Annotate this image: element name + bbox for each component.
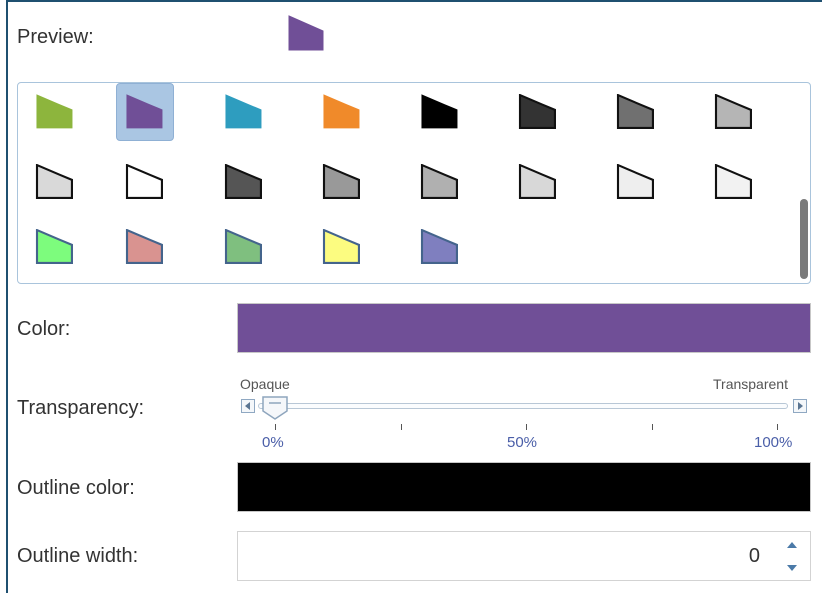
symbol-option[interactable] [215,153,273,211]
slider-tick [401,424,402,430]
symbol-gallery[interactable] [17,82,811,284]
symbol-shape-icon [714,94,752,129]
symbol-shape-icon [322,229,360,264]
symbol-shape-icon [126,94,163,129]
symbol-shape-icon [125,229,163,264]
slider-tick [652,424,653,430]
chevron-down-icon [787,565,797,571]
symbol-option[interactable] [313,153,371,211]
symbol-option[interactable] [26,153,84,211]
symbol-shape-icon [35,229,73,264]
spin-down-button[interactable] [774,556,810,580]
symbol-option[interactable] [411,83,469,141]
slider-min-label: Opaque [240,376,290,392]
symbol-option[interactable] [313,218,371,276]
transparency-label: Transparency: [17,397,145,419]
symbol-shape-icon [322,164,360,199]
symbol-option[interactable] [313,83,371,141]
preview-label: Preview: [17,26,94,48]
outline-width-input[interactable]: 0 [237,531,811,581]
symbol-option[interactable] [509,83,567,141]
symbol-shape-icon [714,164,752,199]
outline-width-label: Outline width: [17,545,139,567]
symbol-shape-icon [518,94,556,129]
slider-decrement-button[interactable] [241,399,255,413]
symbol-shape-icon [616,94,654,129]
outline-color-picker[interactable] [237,462,811,512]
symbol-option[interactable] [26,218,84,276]
symbol-option[interactable] [411,218,469,276]
symbol-shape-icon [420,164,458,199]
symbol-shape-icon [225,94,262,129]
symbol-option[interactable] [411,153,469,211]
symbol-option[interactable] [116,153,174,211]
transparency-slider-track[interactable] [258,403,788,409]
slider-tick [275,424,276,430]
symbol-shape-icon [224,164,262,199]
outline-color-label: Outline color: [17,477,135,499]
symbol-option[interactable] [607,153,665,211]
symbol-shape-icon [224,229,262,264]
symbol-option[interactable] [116,83,174,141]
slider-tick [526,424,527,430]
slider-max-label: Transparent [713,376,788,392]
gallery-scrollbar[interactable] [800,87,808,279]
color-label: Color: [17,318,71,340]
symbol-option[interactable] [607,83,665,141]
symbol-option[interactable] [215,218,273,276]
transparency-slider-thumb[interactable] [262,396,288,420]
slider-tick-label: 0% [262,434,284,451]
symbol-shape-icon [518,164,556,199]
slider-increment-button[interactable] [793,399,807,413]
symbol-shape-icon [36,94,73,129]
symbol-shape-icon [421,94,458,129]
symbol-option[interactable] [705,153,763,211]
preview-swatch [288,15,324,51]
triangle-right-icon [798,402,803,410]
slider-tick-label: 50% [507,434,538,451]
symbol-shape-icon [35,164,73,199]
slider-tick-label: 100% [754,434,793,451]
slider-tick [777,424,778,430]
triangle-left-icon [245,402,250,410]
spin-up-button[interactable] [774,533,810,557]
chevron-up-icon [787,542,797,548]
symbol-shape-icon [420,229,458,264]
color-picker[interactable] [237,303,811,353]
symbol-shape-icon [323,94,360,129]
symbol-shape-icon [616,164,654,199]
symbol-option[interactable] [215,83,273,141]
symbol-option[interactable] [509,153,567,211]
symbol-option[interactable] [26,83,84,141]
symbol-option[interactable] [116,218,174,276]
symbol-option[interactable] [705,83,763,141]
gallery-scrollbar-thumb[interactable] [800,199,808,279]
symbol-shape-icon [125,164,163,199]
outline-width-value: 0 [748,545,760,567]
